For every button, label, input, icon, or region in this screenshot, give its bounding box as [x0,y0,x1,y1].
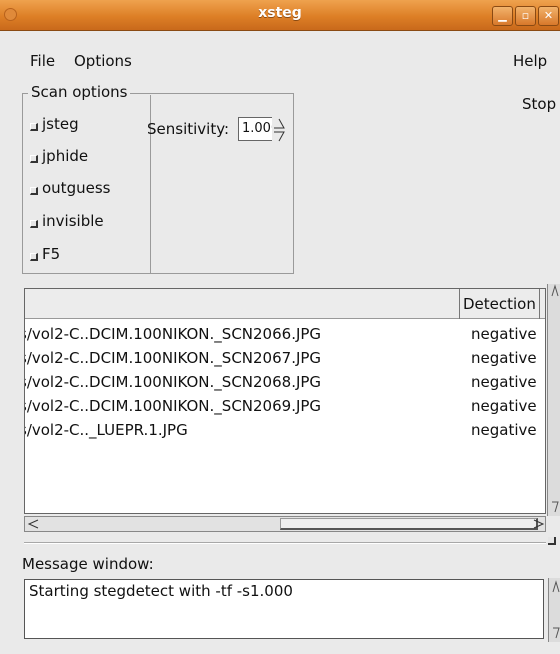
checkbox-label: F5 [42,245,61,263]
sensitivity-input[interactable]: 1.000 [238,117,272,141]
row-path: s/vol2-C..DCIM.100NIKON._SCN2069.JPG [24,397,322,415]
stop-button[interactable]: Stop [516,93,560,119]
menu-options[interactable]: Options [74,52,132,70]
message-window[interactable]: Starting stegdetect with -tf -s1.000 [24,579,544,639]
row-detection: negative [471,397,537,415]
row-path: s/vol2-C..DCIM.100NIKON._SCN2067.JPG [24,349,322,367]
menu-bar: File Options Help [18,46,560,76]
spin-up-icon[interactable] [274,118,285,129]
checkbox-icon[interactable] [30,122,38,131]
message-text: Starting stegdetect with -tf -s1.000 [29,582,293,600]
maximize-icon[interactable]: ▫ [515,6,536,26]
minimize-icon[interactable]: ▁ [492,6,513,26]
scroll-right-icon[interactable] [531,517,545,531]
table-row[interactable]: s/vol2-C..DCIM.100NIKON._SCN2068.JPG neg… [25,373,545,397]
table-row[interactable]: s/vol2-C..DCIM.100NIKON._SCN2069.JPG neg… [25,397,545,421]
pane-grip[interactable] [548,537,556,545]
list-horizontal-scrollbar[interactable] [24,516,546,532]
header-divider[interactable] [539,289,540,319]
row-detection: negative [471,349,537,367]
menu-file[interactable]: File [30,52,55,70]
checkbox-f5[interactable]: F5 [30,245,60,263]
row-detection: negative [471,421,537,439]
pane-separator[interactable] [24,542,546,544]
checkbox-icon[interactable] [30,186,38,195]
list-vertical-scrollbar[interactable] [547,284,560,516]
close-icon[interactable]: ✕ [538,6,559,26]
table-row[interactable]: s/vol2-C..DCIM.100NIKON._SCN2067.JPG neg… [25,349,545,373]
checkbox-label: jphide [42,147,89,165]
spin-down-icon[interactable] [274,131,285,142]
checkbox-outguess[interactable]: outguess [30,179,110,197]
row-detection: negative [471,325,537,343]
checkbox-icon[interactable] [30,252,38,261]
scan-options-title: Scan options [28,83,131,101]
row-detection: negative [471,373,537,391]
message-window-label: Message window: [22,555,154,573]
sensitivity-spinner[interactable] [272,117,286,143]
menu-help[interactable]: Help [513,52,547,70]
results-list[interactable]: Detection s/vol2-C..DCIM.100NIKON._SCN20… [24,288,546,514]
scroll-arrow-icon[interactable] [549,578,560,642]
checkbox-label: invisible [42,212,104,230]
horizontal-scroll-thumb[interactable] [280,518,538,530]
header-divider[interactable] [459,289,460,319]
checkbox-label: outguess [42,179,111,197]
checkbox-jphide[interactable]: jphide [30,147,88,165]
scroll-arrow-icon[interactable] [548,284,560,516]
scroll-left-icon[interactable] [27,517,41,531]
checkbox-icon[interactable] [30,219,38,228]
detection-column-header[interactable]: Detection [463,295,536,313]
row-path: s/vol2-C..DCIM.100NIKON._SCN2068.JPG [24,373,322,391]
sensitivity-label: Sensitivity: [147,120,230,138]
table-row[interactable]: s/vol2-C..DCIM.100NIKON._SCN2066.JPG neg… [25,325,545,349]
checkbox-jsteg[interactable]: jsteg [30,115,79,133]
window-title: xsteg [258,5,302,21]
checkbox-label: jsteg [42,115,79,133]
title-bar[interactable]: xsteg ▁ ▫ ✕ [0,0,560,31]
row-path: s/vol2-C.._LUEPR.1.JPG [24,421,188,439]
table-row[interactable]: s/vol2-C.._LUEPR.1.JPG negative [25,421,545,445]
message-vertical-scrollbar[interactable] [548,578,560,642]
checkbox-icon[interactable] [30,154,38,163]
checkbox-invisible[interactable]: invisible [30,212,104,230]
list-header: Detection [25,289,545,319]
row-path: s/vol2-C..DCIM.100NIKON._SCN2066.JPG [24,325,322,343]
